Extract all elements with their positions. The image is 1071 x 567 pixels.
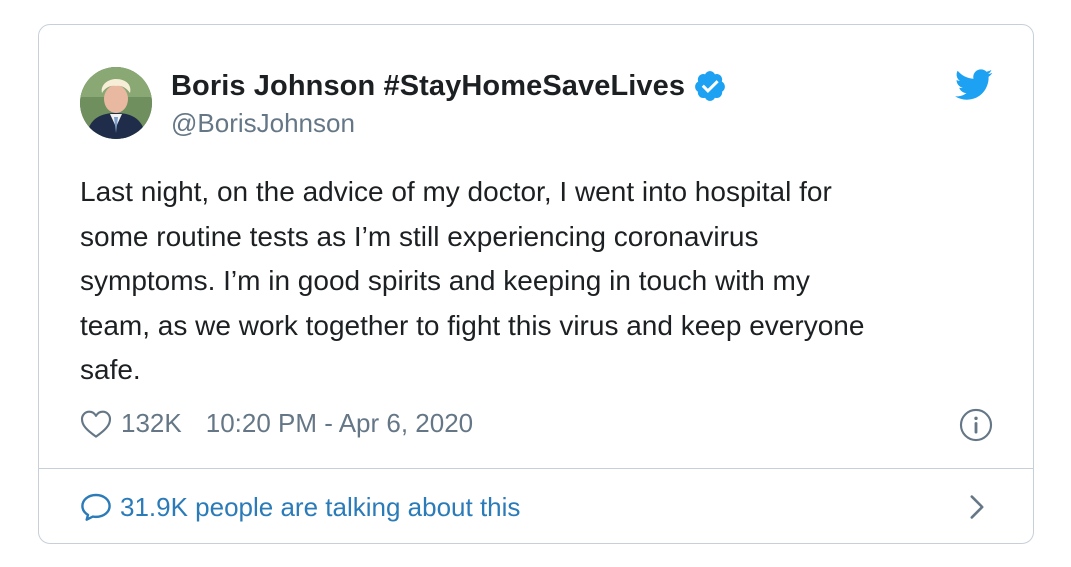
divider xyxy=(39,468,1033,469)
conversation-link[interactable]: 31.9K people are talking about this xyxy=(80,488,993,526)
like-count[interactable]: 132K xyxy=(121,408,182,439)
author-avatar[interactable] xyxy=(80,67,152,139)
tweet-text: Last night, on the advice of my doctor, … xyxy=(80,176,865,385)
speech-bubble-icon xyxy=(81,493,111,521)
author-handle[interactable]: @BorisJohnson xyxy=(171,108,355,139)
heart-icon[interactable] xyxy=(80,409,112,439)
avatar-photo-icon xyxy=(80,67,152,139)
info-icon[interactable] xyxy=(959,408,993,442)
conversation-count-text[interactable]: 31.9K people are talking about this xyxy=(120,492,520,523)
tweet-card: Boris Johnson #StayHomeSaveLives @BorisJ… xyxy=(38,24,1034,544)
tweet-timestamp[interactable]: 10:20 PM - Apr 6, 2020 xyxy=(206,408,473,439)
chevron-right-icon[interactable] xyxy=(969,494,985,520)
author-display-name[interactable]: Boris Johnson #StayHomeSaveLives xyxy=(171,70,685,103)
twitter-bird-icon[interactable] xyxy=(955,69,993,101)
tweet-meta: 132K 10:20 PM - Apr 6, 2020 xyxy=(80,408,473,439)
verified-badge-icon xyxy=(695,71,725,101)
